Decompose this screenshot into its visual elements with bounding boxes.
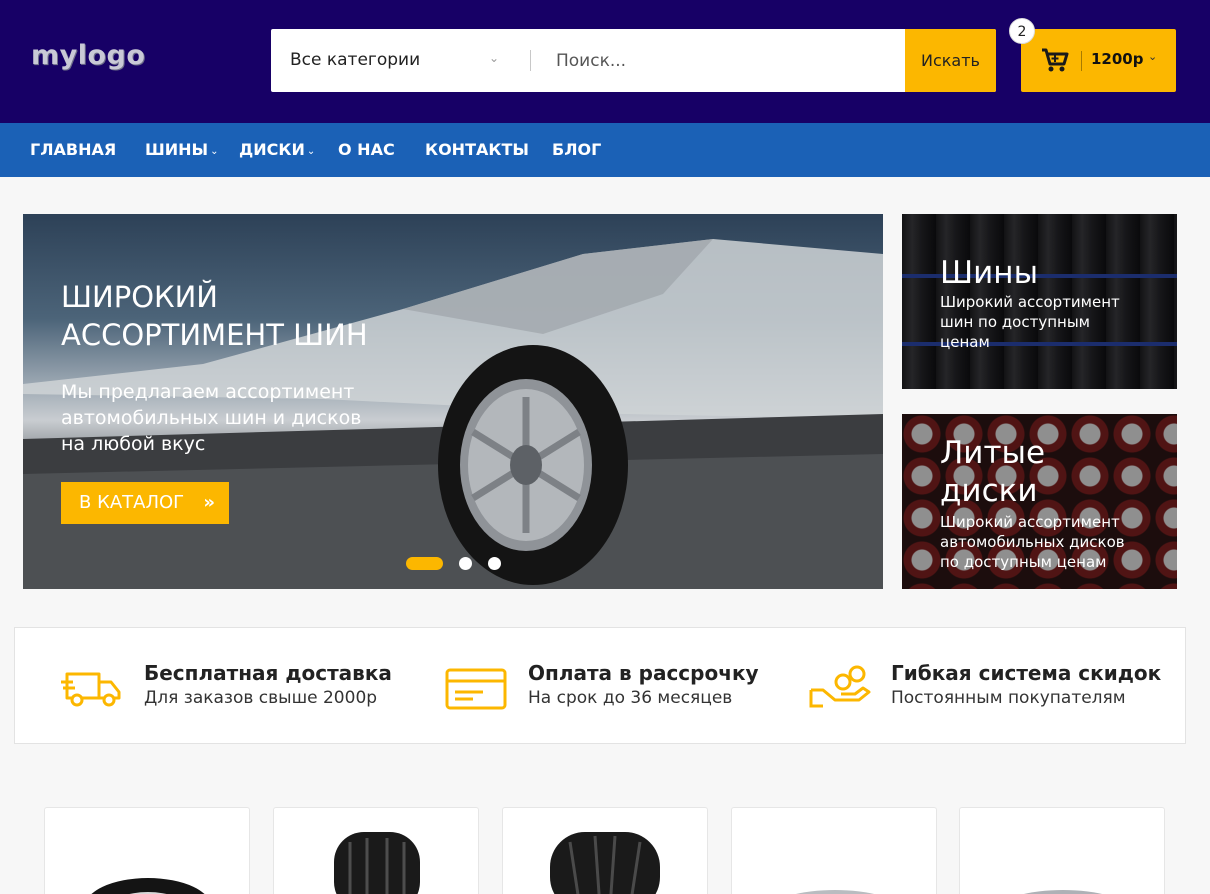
hero-text: Мы предлагаем ассортимент автомобильных … [61, 381, 362, 455]
nav-item-label: ГЛАВНАЯ [30, 140, 117, 159]
cart-count-badge: 2 [1009, 18, 1035, 44]
feature-title: Бесплатная доставка [144, 661, 392, 685]
tire-image [83, 858, 213, 894]
nav-item-home[interactable]: ГЛАВНАЯ [30, 140, 116, 159]
nav-item-tires[interactable]: ШИНЫ ⌄ [145, 140, 219, 159]
product-card[interactable] [959, 807, 1165, 894]
chevron-down-icon: ⌄ [1148, 50, 1158, 63]
cart-button[interactable]: 1200р ⌄ [1021, 29, 1176, 92]
nav-item-label: ДИСКИ [239, 140, 305, 159]
banner-text: Широкий ассортимент шин по доступным цен… [940, 293, 1120, 351]
catalog-button-label: В КАТАЛОГ [79, 492, 185, 513]
feature-title: Оплата в рассрочку [528, 661, 759, 685]
nav-item-label: КОНТАКТЫ [425, 140, 529, 159]
search-bar: Все категории ⌄ Искать [271, 29, 996, 92]
product-card[interactable] [731, 807, 937, 894]
double-chevron-right-icon: » [203, 492, 215, 513]
nav-item-label: БЛОГ [552, 140, 602, 159]
tire-image [330, 822, 424, 894]
hand-coins-icon [809, 665, 871, 708]
feature-subtitle: Постоянным покупателям [891, 688, 1126, 708]
tire-image [540, 822, 670, 894]
nav-item-contacts[interactable]: КОНТАКТЫ [425, 140, 529, 159]
product-card[interactable] [273, 807, 479, 894]
delivery-truck-icon [61, 672, 121, 707]
nav-item-about[interactable]: О НАС [338, 140, 395, 159]
hero-title: ШИРОКИЙ АССОРТИМЕНТ ШИН [61, 280, 368, 352]
search-input[interactable] [541, 35, 901, 86]
product-card[interactable] [502, 807, 708, 894]
hero-slider: ШИРОКИЙ АССОРТИМЕНТ ШИН Мы предлагаем ас… [23, 214, 883, 589]
nav-item-blog[interactable]: БЛОГ [552, 140, 601, 159]
tire-image [438, 345, 628, 585]
feature-subtitle: Для заказов свыше 2000р [144, 688, 378, 708]
cart-separator [1081, 51, 1082, 71]
cart-total: 1200р [1091, 50, 1144, 68]
nav-item-rims[interactable]: ДИСКИ ⌄ [239, 140, 315, 159]
main-nav: ГЛАВНАЯ ШИНЫ ⌄ ДИСКИ ⌄ О НАС КОНТАКТЫ БЛОГ [0, 123, 1210, 177]
nav-item-label: ШИНЫ [145, 140, 209, 159]
rim-image [998, 884, 1128, 894]
features-strip: Бесплатная доставка Для заказов свыше 20… [14, 627, 1186, 744]
product-card[interactable] [44, 807, 250, 894]
chevron-down-icon: ⌄ [489, 51, 500, 65]
category-select[interactable]: Все категории ⌄ [271, 29, 530, 92]
slider-dot-1[interactable] [406, 557, 443, 570]
search-button[interactable]: Искать [905, 29, 996, 92]
banner-title: Шины [940, 255, 1039, 291]
rim-image [770, 884, 900, 894]
slider-dot-2[interactable] [459, 557, 472, 570]
banner-tires[interactable]: Шины Широкий ассортимент шин по доступны… [902, 214, 1177, 389]
category-select-label: Все категории [290, 50, 421, 70]
cart-icon [1042, 48, 1069, 72]
chevron-down-icon: ⌄ [210, 146, 219, 157]
search-divider [530, 50, 531, 71]
banner-rims[interactable]: Литые диски Широкий ассортимент автомоби… [902, 414, 1177, 589]
banner-title: Литые диски [940, 435, 1046, 509]
feature-subtitle: На срок до 36 месяцев [528, 688, 733, 708]
banner-text: Широкий ассортимент автомобильных дисков… [940, 513, 1125, 571]
credit-card-icon [445, 668, 507, 710]
slider-dot-3[interactable] [488, 557, 501, 570]
nav-item-label: О НАС [338, 140, 395, 159]
chevron-down-icon: ⌄ [306, 146, 316, 157]
feature-title: Гибкая система скидок [891, 661, 1162, 685]
site-logo[interactable]: mylogo [31, 40, 145, 71]
catalog-button[interactable]: В КАТАЛОГ » [61, 482, 229, 524]
